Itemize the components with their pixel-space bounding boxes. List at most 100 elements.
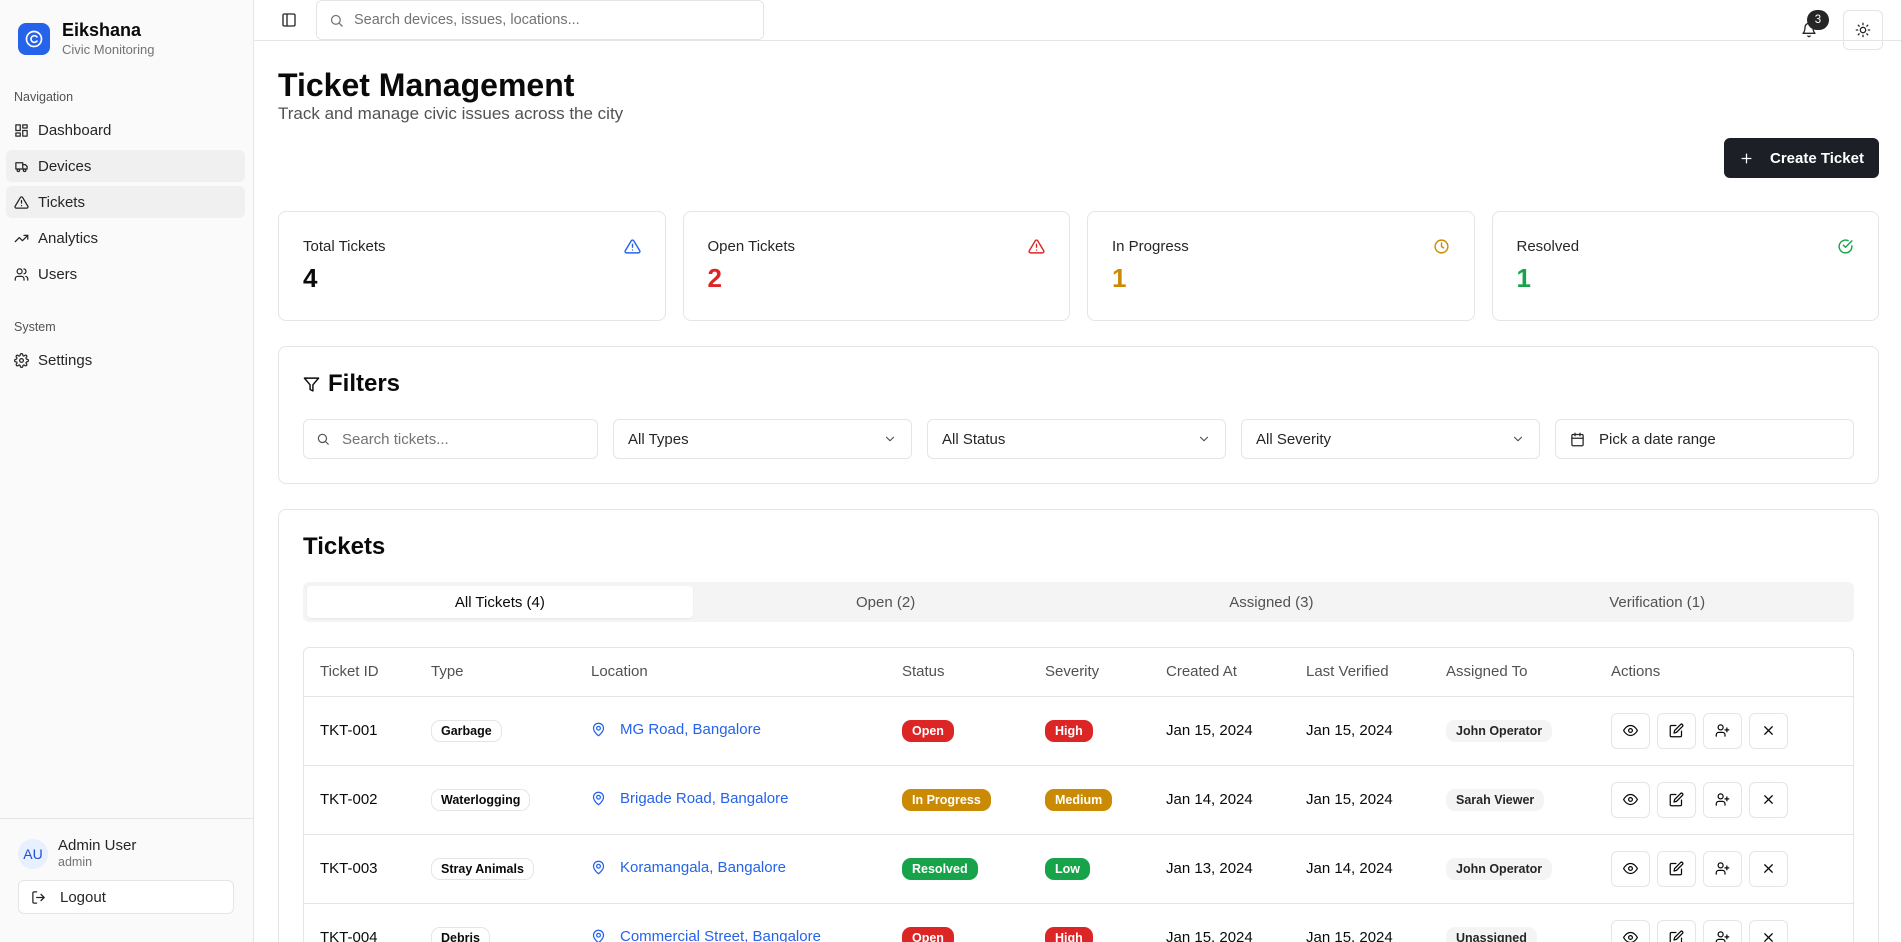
assign-user-button[interactable]	[1703, 850, 1742, 887]
user-profile[interactable]: AU Admin User admin	[18, 837, 235, 870]
view-button[interactable]	[1611, 781, 1650, 818]
tab-assigned[interactable]: Assigned (3)	[1079, 586, 1465, 618]
severity-badge: High	[1045, 926, 1093, 942]
brand-subtitle: Civic Monitoring	[62, 42, 155, 57]
view-button[interactable]	[1611, 850, 1650, 887]
global-search[interactable]	[316, 0, 764, 40]
sidebar-item-label: Settings	[38, 351, 93, 369]
close-ticket-button[interactable]	[1749, 919, 1788, 942]
column-header[interactable]: Ticket ID	[304, 648, 415, 697]
location-link[interactable]: MG Road, Bangalore	[591, 721, 761, 738]
column-header[interactable]: Location	[575, 648, 886, 697]
sidebar-item-dashboard[interactable]: Dashboard	[6, 114, 245, 146]
view-button[interactable]	[1611, 712, 1650, 749]
avatar: AU	[18, 838, 48, 869]
ticket-search-input[interactable]	[342, 430, 582, 448]
plus-icon	[1741, 153, 1752, 163]
date-range-label: Pick a date range	[1599, 430, 1716, 448]
ticket-id: TKT-001	[304, 696, 415, 766]
column-header[interactable]: Last Verified	[1290, 648, 1430, 697]
severity-badge: High	[1045, 719, 1093, 742]
edit-button[interactable]	[1657, 850, 1696, 887]
location-text: MG Road, Bangalore	[620, 720, 761, 738]
chevron-down-icon	[1199, 436, 1209, 442]
warning-triangle-icon	[1028, 238, 1045, 255]
column-header[interactable]: Created At	[1150, 648, 1290, 697]
column-header[interactable]: Assigned To	[1430, 648, 1595, 697]
system-section-label: System	[14, 320, 56, 334]
ticket-search[interactable]	[303, 419, 598, 459]
user-name: Admin User	[58, 837, 137, 854]
user-plus-icon	[1715, 793, 1730, 806]
global-search-input[interactable]	[354, 12, 734, 28]
severity-select-value: All Severity	[1256, 430, 1332, 448]
sidebar-item-users[interactable]: Users	[6, 258, 245, 290]
table-row[interactable]: TKT-001 Garbage MG Road, Bangalore Open …	[304, 696, 1853, 766]
table-row[interactable]: TKT-003 Stray Animals Koramangala, Banga…	[304, 834, 1853, 904]
edit-button[interactable]	[1657, 781, 1696, 818]
close-ticket-button[interactable]	[1749, 850, 1788, 887]
stat-value: 2	[707, 263, 722, 293]
panel-left-icon	[282, 13, 296, 27]
assignee-badge: John Operator	[1446, 719, 1553, 742]
tickets-card: Tickets All Tickets (4) Open (2) Assigne…	[278, 509, 1879, 942]
chevron-down-icon	[1513, 436, 1523, 442]
brand[interactable]: Eikshana Civic Monitoring	[0, 0, 253, 60]
tab-open[interactable]: Open (2)	[693, 586, 1079, 618]
stat-card-in-progress: In Progress 1	[1087, 211, 1475, 321]
sidebar-item-settings[interactable]: Settings	[6, 344, 245, 376]
date-range-picker[interactable]: Pick a date range	[1555, 419, 1854, 459]
close-icon	[1764, 726, 1773, 735]
assign-user-button[interactable]	[1703, 919, 1742, 942]
notifications-button[interactable]: 3	[1789, 10, 1829, 50]
sidebar-item-devices[interactable]: Devices	[6, 150, 245, 182]
column-header[interactable]: Severity	[1029, 648, 1150, 697]
severity-select[interactable]: All Severity	[1241, 419, 1540, 459]
column-header[interactable]: Type	[415, 648, 575, 697]
truck-icon	[15, 161, 28, 172]
theme-toggle-button[interactable]	[1843, 10, 1883, 50]
close-ticket-button[interactable]	[1749, 712, 1788, 749]
status-select[interactable]: All Status	[927, 419, 1226, 459]
user-plus-icon	[1715, 862, 1730, 875]
tab-all-tickets[interactable]: All Tickets (4)	[307, 586, 693, 618]
map-pin-icon	[592, 860, 605, 874]
logout-button[interactable]: Logout	[18, 880, 234, 914]
close-icon	[1764, 933, 1773, 942]
table-row[interactable]: TKT-004 Debris Commercial Street, Bangal…	[304, 903, 1853, 942]
sidebar-item-analytics[interactable]: Analytics	[6, 222, 245, 254]
created-at: Jan 15, 2024	[1166, 929, 1253, 942]
stats-row: Total Tickets 4 Open Tickets 2 In Progre…	[278, 211, 1879, 321]
sidebar-toggle-button[interactable]	[276, 7, 302, 33]
status-badge: Open	[902, 926, 954, 942]
close-ticket-button[interactable]	[1749, 781, 1788, 818]
edit-button[interactable]	[1657, 712, 1696, 749]
created-at: Jan 15, 2024	[1150, 696, 1290, 766]
view-button[interactable]	[1611, 919, 1650, 942]
location-link[interactable]: Koramangala, Bangalore	[591, 859, 786, 876]
map-pin-icon	[592, 929, 605, 942]
severity-badge: Low	[1045, 857, 1090, 880]
users-icon	[14, 267, 29, 281]
location-link[interactable]: Commercial Street, Bangalore	[591, 928, 821, 942]
stat-card-total: Total Tickets 4	[278, 211, 666, 321]
sidebar-item-tickets[interactable]: Tickets	[6, 186, 245, 218]
severity-badge: Medium	[1045, 788, 1113, 811]
page-subtitle: Track and manage civic issues across the…	[278, 104, 624, 123]
location-link[interactable]: Brigade Road, Bangalore	[591, 790, 788, 807]
tab-verification[interactable]: Verification (1)	[1464, 586, 1850, 618]
status-select-value: All Status	[942, 430, 1006, 448]
filters-title: Filters	[328, 370, 401, 397]
type-select[interactable]: All Types	[613, 419, 912, 459]
column-header[interactable]: Status	[886, 648, 1029, 697]
page-title: Ticket Management	[278, 67, 575, 103]
edit-button[interactable]	[1657, 919, 1696, 942]
table-header-row: Ticket ID Type Location Status Severity …	[304, 648, 1853, 697]
create-ticket-button[interactable]: Create Ticket	[1724, 138, 1879, 178]
table-row[interactable]: TKT-002 Waterlogging Brigade Road, Banga…	[304, 765, 1853, 835]
sun-icon	[1855, 22, 1871, 38]
sidebar-item-label: Devices	[38, 157, 92, 175]
assign-user-button[interactable]	[1703, 712, 1742, 749]
trending-up-icon	[14, 234, 29, 242]
assign-user-button[interactable]	[1703, 781, 1742, 818]
